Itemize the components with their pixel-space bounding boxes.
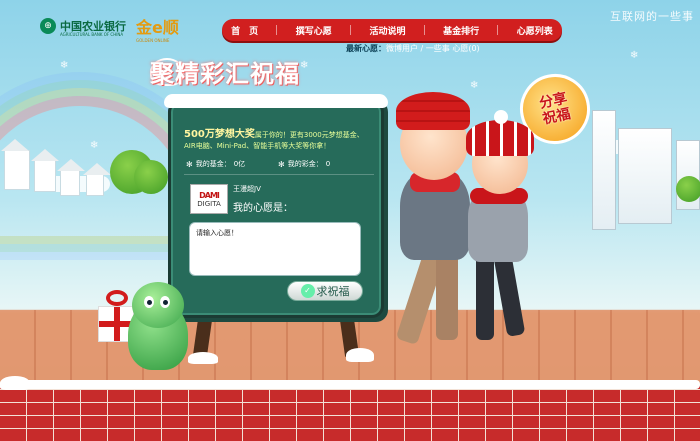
bank-logo[interactable]: ⊕ 中国农业银行 AGRICULTURAL BANK OF CHINA — [40, 18, 126, 37]
girl-hat-pompom — [494, 110, 508, 124]
main-nav: 首 页 撰写心愿 活动说明 基金排行 心愿列表 — [222, 19, 562, 41]
house-decoration — [83, 163, 111, 196]
gold-logo-text: 金e顺 — [136, 18, 179, 37]
nav-divider — [350, 25, 352, 35]
my-color-fund-value: 0 — [325, 160, 331, 168]
submit-wish-label: 求祝福 — [316, 285, 350, 298]
mascot-head — [132, 282, 184, 328]
building-decoration — [592, 110, 616, 230]
submit-wish-button[interactable]: ✓ 求祝福 — [287, 281, 363, 301]
house-decoration — [1, 139, 30, 190]
my-color-fund: ✻ 我的彩金： 0 — [278, 159, 330, 169]
snowflake-icon: ✻ — [278, 159, 285, 169]
my-color-fund-label: 我的彩金： — [287, 160, 323, 168]
nav-home[interactable]: 首 页 — [231, 24, 258, 37]
snowflake-icon: ✻ — [186, 159, 193, 169]
nav-divider — [276, 25, 278, 35]
snow-pile — [346, 348, 374, 362]
snowflake-icon: ❄ — [60, 60, 69, 71]
brick-wall — [0, 386, 700, 441]
my-fund: ✻ 我的基金： 0亿 — [186, 159, 245, 169]
house-decoration — [31, 149, 59, 192]
boy-leg — [436, 248, 458, 340]
blessing-icon: ✓ — [300, 284, 315, 298]
snowflake-icon: ❄ — [90, 140, 99, 151]
bank-emblem-icon: ⊕ — [40, 18, 56, 34]
snow-pile — [188, 352, 218, 364]
wish-label: 我的心愿是： — [233, 203, 293, 214]
user-name: 王漫超JV — [233, 185, 261, 193]
ticker-label: 最新心愿： — [346, 44, 386, 53]
wish-input[interactable]: 请输入心愿！ — [189, 222, 361, 276]
boy-hat — [396, 92, 470, 130]
tree-decoration — [676, 176, 700, 202]
nav-fund-ranking[interactable]: 基金排行 — [443, 24, 479, 37]
nav-wish-list[interactable]: 心愿列表 — [517, 24, 553, 37]
board-snow-cap — [164, 94, 388, 108]
mascot-eye — [160, 296, 170, 308]
girl-leg — [476, 250, 494, 340]
gold-logo[interactable]: 金e顺 GOLDEN ONLINE — [136, 14, 179, 43]
gift-bow — [106, 290, 128, 306]
snowflake-icon: ❄ — [470, 80, 479, 91]
mascot-eye — [144, 296, 154, 308]
nav-divider — [497, 25, 499, 35]
my-fund-value: 0亿 — [233, 160, 246, 168]
bank-logo-english: AGRICULTURAL BANK OF CHINA — [60, 32, 124, 37]
snowflake-icon: ❄ — [630, 50, 639, 61]
board-divider — [184, 174, 374, 175]
avatar-text: DAMI — [199, 190, 220, 200]
site-watermark: 互联网的一些事 — [610, 10, 694, 23]
ticker-text: 微博用户 / 一些事 心愿(0) — [386, 44, 480, 53]
latest-wish-ticker[interactable]: 最新心愿：微博用户 / 一些事 心愿(0) — [346, 43, 480, 54]
house-decoration — [57, 159, 85, 196]
nav-write-wish[interactable]: 撰写心愿 — [296, 24, 332, 37]
tree-decoration — [134, 160, 168, 194]
building-decoration — [618, 128, 672, 224]
page-title: 聚精彩汇祝福 — [150, 60, 300, 88]
wall-snow-ledge — [0, 380, 700, 389]
page-stage: ❄ ❄ ❄ ❄ ❄ ⊕ 中国农业银行 AGRICULTURAL BANK OF … — [0, 0, 700, 441]
avatar-subtext: DIGITA — [197, 199, 221, 208]
my-fund-label: 我的基金： — [195, 160, 231, 168]
girl-hat — [466, 120, 534, 156]
gold-logo-english: GOLDEN ONLINE — [136, 38, 170, 43]
snow-pile — [0, 376, 30, 390]
nav-activity-info[interactable]: 活动说明 — [369, 24, 405, 37]
prize-description: 500万梦想大奖属于你的！更有3000元梦想基金、AIR电脑、Mini-Pad、… — [184, 129, 374, 152]
snowflake-icon: ❄ — [300, 60, 309, 71]
nav-divider — [423, 25, 425, 35]
prize-highlight: 500万梦想大奖 — [184, 129, 255, 140]
avatar[interactable]: DAMI DIGITA — [190, 184, 228, 214]
